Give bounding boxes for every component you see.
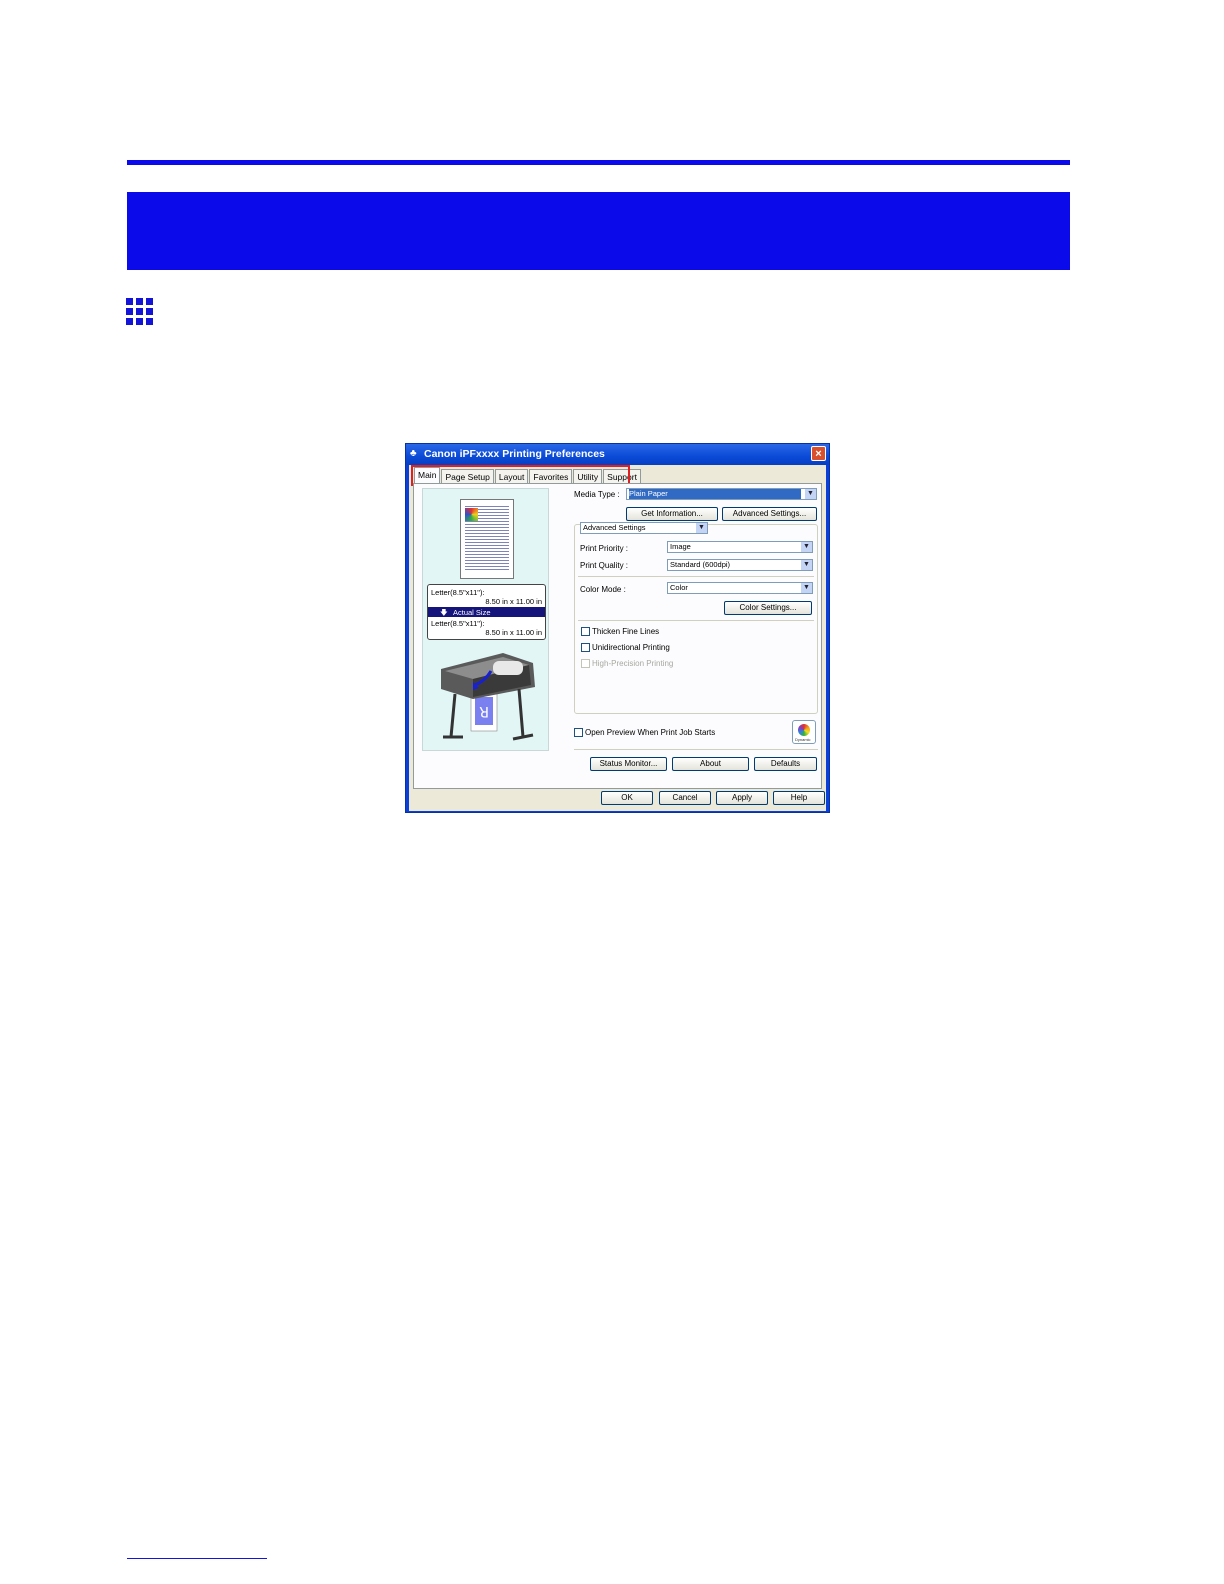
title-band	[127, 192, 1070, 270]
advanced-settings-button[interactable]: Advanced Settings...	[722, 507, 817, 521]
eco-color-icon[interactable]: Dynamic	[792, 720, 816, 744]
mode-value: Advanced Settings	[583, 523, 646, 532]
open-preview-label: Open Preview When Print Job Starts	[585, 728, 716, 737]
dialog-client: Main Page Setup Layout Favorites Utility…	[409, 465, 826, 811]
paper-size-line2: Letter(8.5"x11"):	[431, 619, 485, 628]
divider	[578, 576, 814, 577]
print-priority-select[interactable]: Image ▼	[667, 541, 813, 553]
chevron-down-icon[interactable]: ▼	[801, 560, 812, 570]
thicken-fine-lines-checkbox[interactable]	[581, 627, 590, 636]
printer-app-icon: ♣	[410, 448, 417, 459]
dialog-title: Canon iPFxxxx Printing Preferences	[424, 448, 605, 460]
cancel-button[interactable]: Cancel	[659, 791, 711, 805]
footer-link-rule[interactable]	[127, 1558, 267, 1559]
main-tab-panel: Letter(8.5"x11"): 8.50 in x 11.00 in 🡇 A…	[413, 483, 822, 789]
media-type-label: Media Type :	[574, 490, 620, 499]
get-information-button[interactable]: Get Information...	[626, 507, 718, 521]
preview-image	[465, 508, 478, 521]
divider	[574, 749, 818, 750]
chevron-down-icon[interactable]: ▼	[801, 583, 812, 593]
ok-button[interactable]: OK	[601, 791, 653, 805]
close-icon: ×	[815, 448, 822, 460]
mode-select[interactable]: Advanced Settings ▼	[580, 522, 708, 534]
svg-text:R: R	[479, 703, 489, 719]
paper-size-line2-dims: 8.50 in x 11.00 in	[485, 628, 542, 637]
about-button[interactable]: About	[672, 757, 749, 771]
paper-size-line1-dims: 8.50 in x 11.00 in	[485, 597, 542, 606]
color-wheel-icon	[798, 724, 810, 736]
color-mode-select[interactable]: Color ▼	[667, 582, 813, 594]
section-grid-icon	[126, 298, 153, 325]
high-precision-printing-checkbox	[581, 659, 590, 668]
unidirectional-printing-label: Unidirectional Printing	[592, 643, 670, 652]
print-quality-value: Standard (600dpi)	[670, 560, 731, 569]
paper-size-box: Letter(8.5"x11"): 8.50 in x 11.00 in 🡇 A…	[427, 584, 546, 640]
title-bar[interactable]: ♣ Canon iPFxxxx Printing Preferences ×	[406, 444, 829, 465]
page-preview	[460, 499, 514, 579]
divider	[578, 620, 814, 621]
print-quality-label: Print Quality :	[580, 561, 629, 570]
chevron-down-icon[interactable]: ▼	[805, 489, 816, 499]
status-monitor-button[interactable]: Status Monitor...	[590, 757, 667, 771]
color-settings-button[interactable]: Color Settings...	[724, 601, 812, 615]
scale-row: 🡇 Actual Size	[428, 607, 545, 617]
media-type-value: Plain Paper	[629, 489, 801, 499]
preview-pane: Letter(8.5"x11"): 8.50 in x 11.00 in 🡇 A…	[422, 488, 549, 751]
high-precision-printing-label: High-Precision Printing	[592, 659, 674, 668]
color-mode-label: Color Mode :	[580, 585, 626, 594]
print-priority-value: Image	[670, 542, 691, 551]
open-preview-checkbox[interactable]	[574, 728, 583, 737]
thicken-fine-lines-label: Thicken Fine Lines	[592, 627, 660, 636]
color-mode-value: Color	[670, 583, 688, 592]
printer-illustration: R	[441, 653, 535, 741]
print-quality-select[interactable]: Standard (600dpi) ▼	[667, 559, 813, 571]
unidirectional-printing-checkbox[interactable]	[581, 643, 590, 652]
chevron-down-icon[interactable]: ▼	[801, 542, 812, 552]
printing-preferences-dialog: ♣ Canon iPFxxxx Printing Preferences × M…	[405, 443, 830, 813]
apply-button[interactable]: Apply	[716, 791, 768, 805]
close-button[interactable]: ×	[811, 446, 826, 461]
media-type-select[interactable]: Plain Paper ▼	[626, 488, 817, 500]
scale-label: Actual Size	[453, 608, 491, 617]
help-button[interactable]: Help	[773, 791, 825, 805]
eco-label: Dynamic	[795, 737, 811, 742]
chevron-down-icon[interactable]: ▼	[696, 523, 707, 533]
print-priority-label: Print Priority :	[580, 544, 629, 553]
defaults-button[interactable]: Defaults	[754, 757, 817, 771]
top-rule	[127, 160, 1070, 165]
paper-size-line1: Letter(8.5"x11"):	[431, 588, 485, 597]
